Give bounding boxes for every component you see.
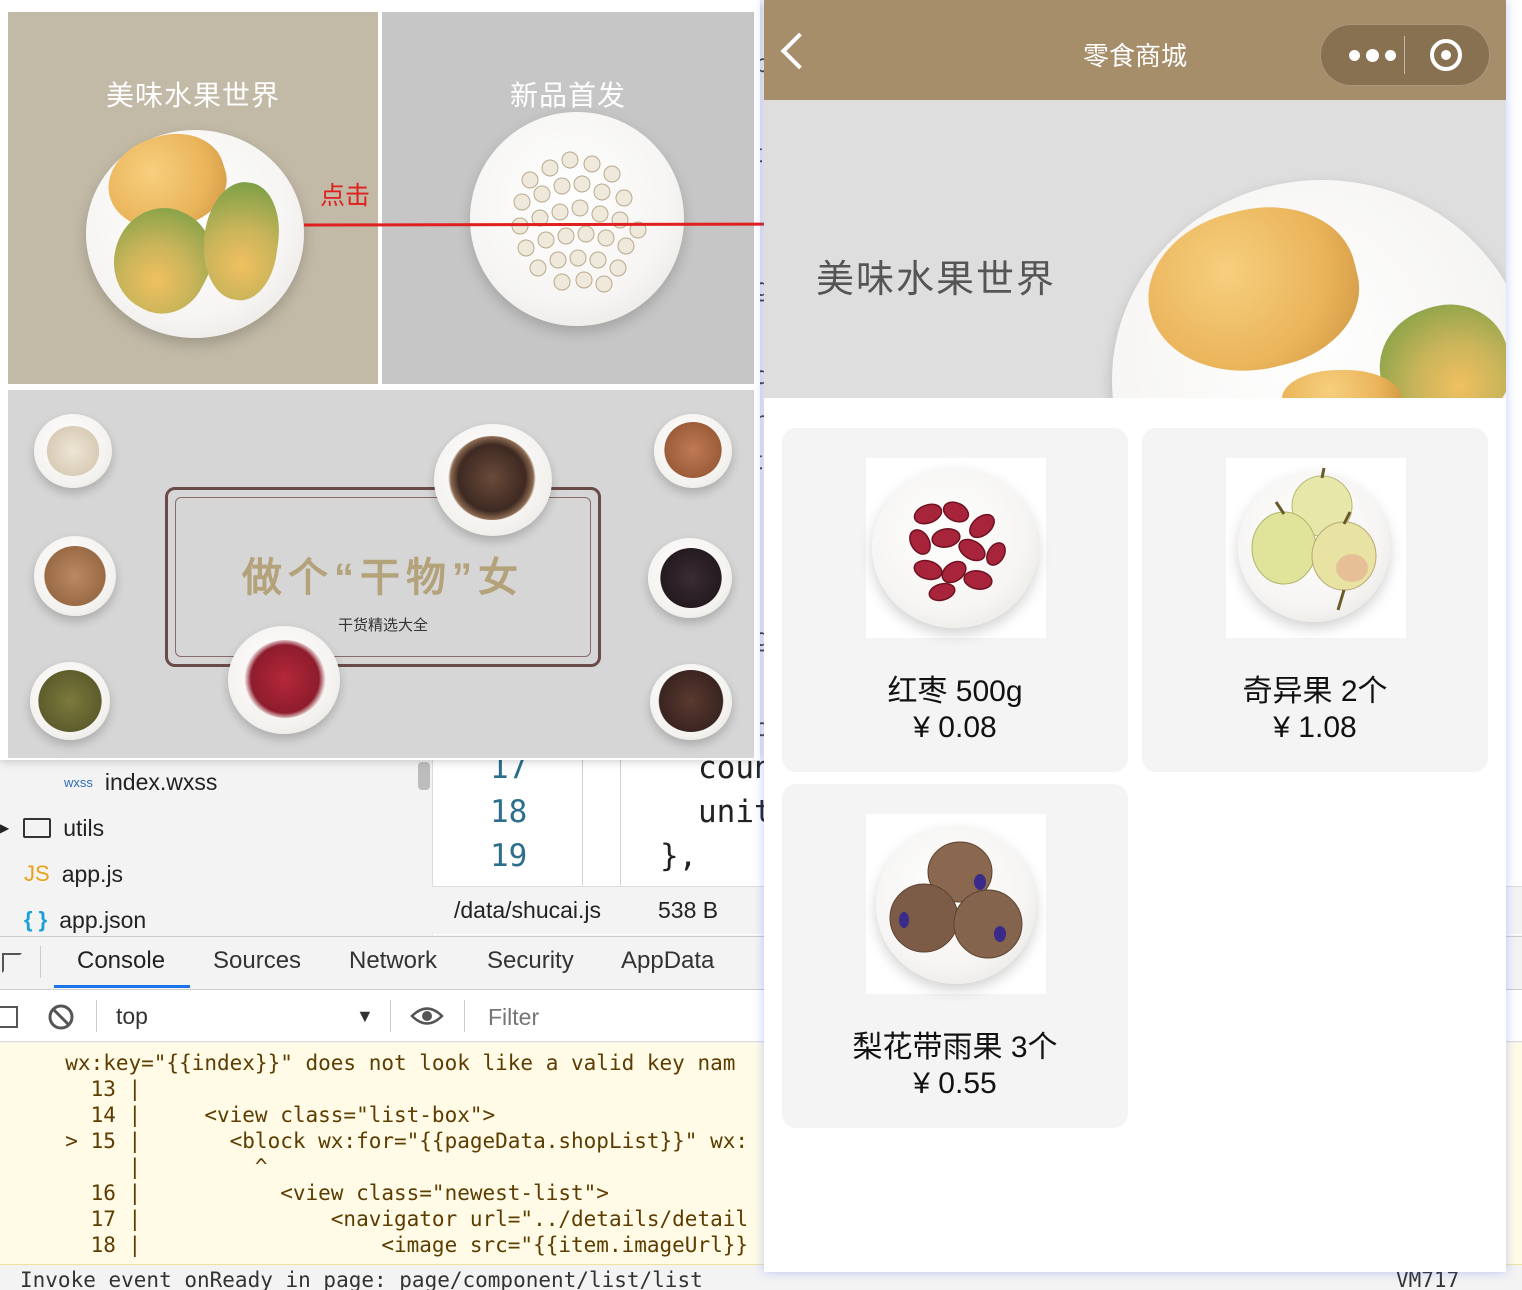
file-tree: wxss index.wxss ▶ utils JS app.js { } ap… [0,760,432,935]
black-rice-heap [660,548,722,608]
product-price: ¥ 0.08 [913,711,997,744]
tab-appdata[interactable]: AppData [621,947,714,975]
hazelnut-heap [44,546,106,606]
tab-console[interactable]: Console [77,947,165,975]
code-line[interactable]: unit [698,794,773,830]
log-line: 13 | [40,1077,142,1101]
tab-sources[interactable]: Sources [213,947,301,975]
line-number: 18 [490,794,528,830]
product-card[interactable]: 梨花带雨果 3个 ¥ 0.55 [782,784,1128,1128]
phone-simulator: 零食商城 美味水果世界 红枣 500g ¥ 0.08 奇异果 2个 ¥ 1.08… [764,0,1506,1272]
product-card[interactable]: 红枣 500g ¥ 0.08 [782,428,1128,772]
eye-icon[interactable] [410,1005,444,1027]
expand-arrow-icon[interactable]: ▶ [0,821,9,835]
tab-divider [40,946,41,978]
banner-headline: 做个“干物”女 [242,556,524,600]
click-annotation: 点击 [320,182,371,210]
hero-banner: 美味水果世界 [764,100,1506,398]
product-image [866,458,1046,638]
gutter-divider [582,760,583,885]
product-name: 梨花带雨果 3个 [852,1031,1058,1064]
tree-item-app-json[interactable]: { } app.json [24,900,146,940]
json-file-icon: { } [24,907,48,932]
console-message: Invoke event onReady in page: page/compo… [20,1268,703,1290]
more-menu-icon[interactable] [1340,30,1400,80]
log-line: 17 | <navigator url="../details/detail [40,1207,749,1231]
kiwi-image [889,841,1023,959]
tree-item-label: app.json [59,906,147,933]
js-file-icon: JS [24,861,50,886]
product-price: ¥ 1.08 [1273,711,1357,744]
log-line: 18 | <image src="{{item.imageUrl}} [40,1233,749,1257]
dropdown-arrow-icon[interactable]: ▼ [356,1006,374,1027]
red-dates-image [909,501,1006,602]
navigation-bar: 零食商城 [764,0,1506,100]
log-line: 14 | <view class="list-box"> [40,1103,496,1127]
banner-preview-image: 美味水果世界 新品首发 做个“干物”女 干货精选大全 [0,0,760,760]
banner-tile-new: 新品首发 [382,12,754,384]
log-line: > 15 | <block wx:for="{{pageData.shopLis… [40,1129,749,1153]
hero-title: 美味水果世界 [816,259,1057,301]
sidebar-toggle-icon[interactable] [0,1006,18,1028]
tab-network[interactable]: Network [349,947,437,975]
product-name: 红枣 500g [887,675,1023,708]
pears-image [1251,467,1377,611]
product-image [866,814,1046,994]
tab-security[interactable]: Security [487,947,574,975]
lotus-seed-heap [46,426,100,476]
clear-console-icon[interactable] [47,1003,75,1031]
close-miniprogram-dot [1441,50,1451,60]
log-line: 16 | <view class="newest-list"> [40,1181,609,1205]
tile-title: 新品首发 [509,80,626,111]
log-line: wx:key="{{index}}" does not look like a … [40,1051,736,1075]
wxss-file-icon: wxss [64,774,93,790]
product-name: 奇异果 2个 [1242,675,1388,708]
file-tree-scrollbar[interactable] [418,762,430,790]
console-filter-input[interactable] [478,998,778,1036]
tree-item-label: utils [63,814,105,841]
mung-bean-heap [38,670,102,732]
file-size: 538 B [658,897,719,923]
log-line: | ^ [40,1155,268,1179]
banner-subheadline: 干货精选大全 [337,617,428,634]
inspect-element-icon[interactable] [2,953,22,973]
toolbar-divider [390,1000,391,1032]
code-line[interactable]: }, [660,838,697,874]
tree-item-index-wxss[interactable]: wxss index.wxss [64,762,217,802]
context-selector[interactable]: top [116,1003,148,1030]
tree-item-utils[interactable]: ▶ utils [0,808,104,848]
active-tab-indicator [54,985,190,988]
line-number: 19 [490,838,528,874]
product-image [1226,458,1406,638]
tile-title: 美味水果世界 [105,80,280,111]
toolbar-divider [464,1000,465,1032]
toolbar-divider [96,1000,97,1032]
tree-item-label: index.wxss [104,768,218,795]
mushroom-heap [448,436,536,520]
folder-icon [23,818,52,838]
file-path: /data/shucai.js [454,897,602,923]
peanut-heap [664,422,722,478]
tree-item-app-js[interactable]: JS app.js [24,854,123,894]
capsule-divider [1404,36,1405,74]
red-dates-heap [244,640,326,718]
arrow-annotation-icon [303,213,824,235]
product-card[interactable]: 奇异果 2个 ¥ 1.08 [1142,428,1488,772]
coffee-bean-heap [658,670,724,732]
gutter-divider [620,760,621,885]
tree-item-label: app.js [61,860,124,887]
product-price: ¥ 0.55 [913,1067,997,1100]
